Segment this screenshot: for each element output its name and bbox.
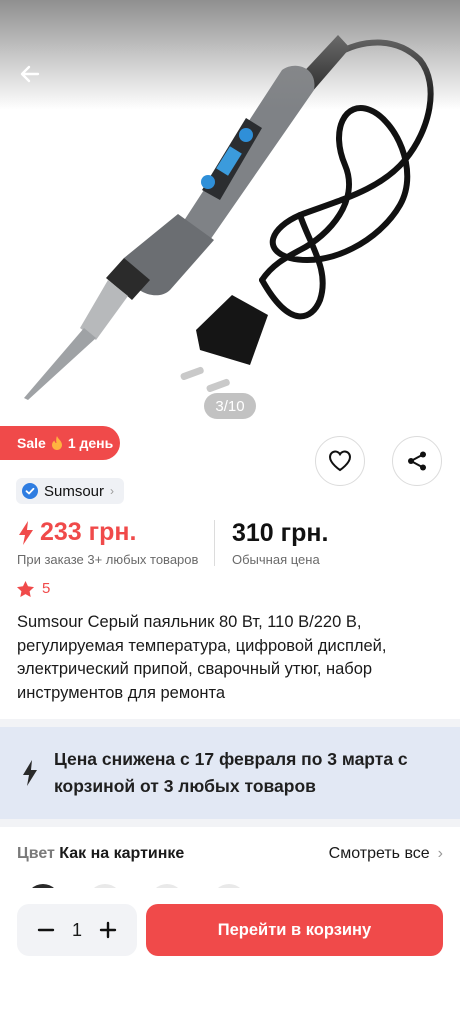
arrow-left-icon — [20, 65, 40, 83]
favorite-button[interactable] — [315, 436, 365, 486]
color-option-row[interactable]: Цвет Как на картинке Смотреть все › — [17, 845, 443, 863]
sale-duration: 1 день — [67, 435, 114, 451]
see-all-label: Смотреть все — [328, 845, 430, 862]
promo-banner: Цена снижена с 17 февраля по 3 марта с к… — [0, 727, 460, 819]
star-icon — [17, 580, 34, 597]
go-to-cart-button[interactable]: Перейти в корзину — [146, 904, 443, 956]
gallery-top-shade — [0, 0, 460, 110]
current-price-note: При заказе 3+ любых товаров — [17, 552, 199, 567]
lightning-icon — [19, 520, 33, 545]
chevron-right-icon: › — [110, 484, 115, 498]
quantity-stepper: 1 — [17, 904, 137, 956]
plus-icon — [99, 921, 117, 939]
section-divider — [0, 719, 460, 727]
current-price-value: 233 грн. — [40, 518, 137, 546]
back-button[interactable] — [14, 58, 46, 90]
verified-check-icon — [22, 483, 38, 499]
share-button[interactable] — [392, 436, 442, 486]
lightning-icon — [23, 760, 37, 786]
brand-chip[interactable]: Sumsour › — [16, 478, 125, 504]
regular-price-note: Обычная цена — [232, 552, 320, 567]
share-icon — [408, 451, 426, 471]
sale-label: Sale — [17, 435, 46, 451]
quantity-value: 1 — [71, 919, 82, 940]
rating[interactable]: 5 — [17, 580, 50, 597]
decrease-button[interactable] — [35, 919, 57, 941]
increase-button[interactable] — [97, 919, 119, 941]
section-divider — [0, 819, 460, 827]
regular-price: 310 грн. — [232, 519, 329, 547]
see-all-link[interactable]: Смотреть все › — [329, 845, 443, 863]
image-counter: 3/10 — [204, 393, 256, 419]
color-value: Как на картинке — [59, 845, 185, 862]
sale-badge: Sale 1 день — [0, 426, 120, 460]
product-title: Sumsour Серый паяльник 80 Вт, 110 В/220 … — [17, 613, 387, 702]
fire-icon — [51, 436, 62, 450]
brand-name: Sumsour — [44, 482, 105, 500]
minus-icon — [37, 928, 55, 932]
price-divider — [214, 520, 215, 566]
product-gallery[interactable]: 3/10 — [0, 0, 460, 420]
color-label: Цвет — [17, 845, 55, 862]
chevron-right-icon: › — [437, 845, 443, 862]
heart-icon — [328, 450, 352, 472]
rating-value: 5 — [42, 580, 51, 597]
current-price: 233 грн. — [18, 518, 136, 547]
promo-text: Цена снижена с 17 февраля по 3 марта с к… — [54, 749, 408, 796]
